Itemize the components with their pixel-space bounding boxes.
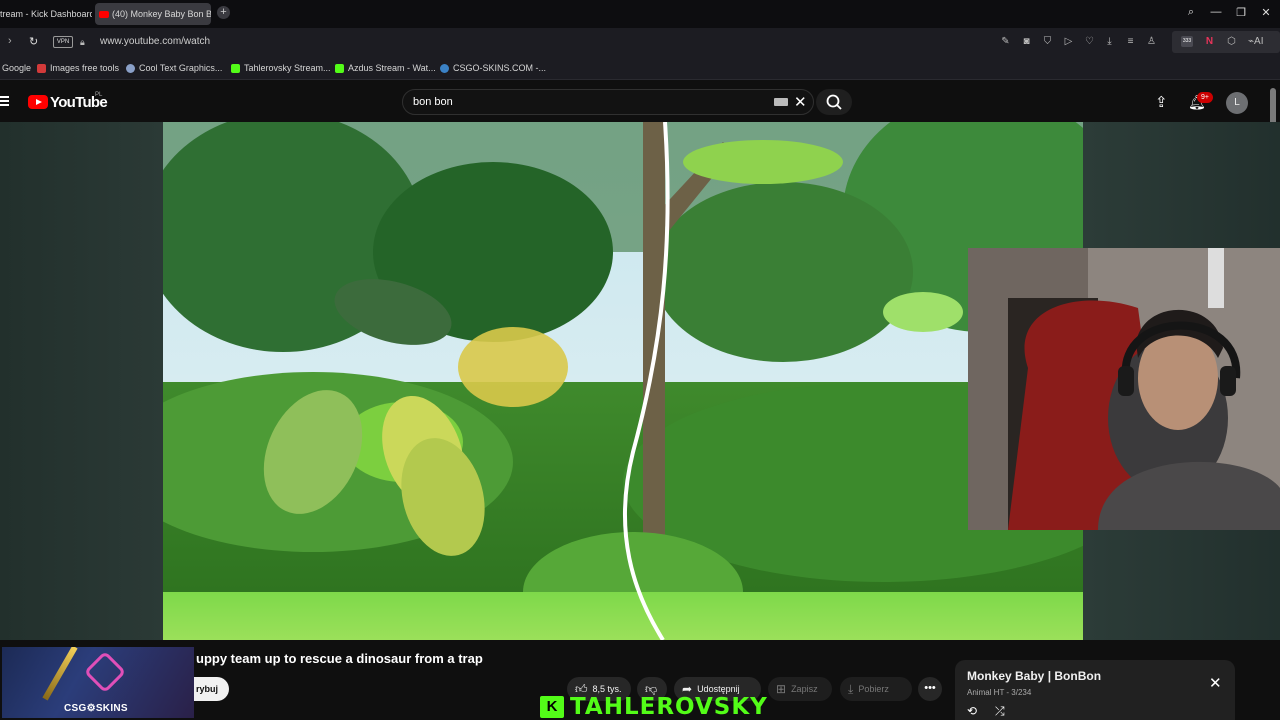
webcam-image	[968, 248, 1280, 530]
playlist-title[interactable]: Monkey Baby | BonBon	[967, 669, 1101, 683]
bookmark-favicon-icon	[126, 63, 135, 73]
kick-logo-icon: K	[540, 696, 564, 718]
ai-label: AI	[1254, 36, 1264, 47]
browser-tab-bar: tream - Kick Dashboard (40) Monkey Baby …	[0, 0, 1280, 28]
csgoskins-logo-icon	[83, 650, 127, 694]
youtube-logo-icon[interactable]	[28, 95, 48, 109]
extension-cube-icon[interactable]: ⬡	[1226, 36, 1237, 47]
tab-youtube-video[interactable]: (40) Monkey Baby Bon Bo	[95, 3, 211, 25]
search-box[interactable]	[402, 89, 814, 115]
tab-label: tream - Kick Dashboard	[0, 9, 92, 19]
search-tabs-icon[interactable]: ⌕	[1184, 6, 1198, 19]
download-icon[interactable]: ⤓	[1104, 36, 1115, 47]
extension-badge[interactable]: 333	[1181, 36, 1193, 47]
ambient-left-panel	[0, 122, 163, 640]
edit-icon[interactable]: ✎	[1000, 36, 1011, 47]
sponsor-text: CSG⚙SKINS	[64, 703, 128, 714]
play-icon[interactable]: ▷	[1063, 36, 1074, 47]
bookmark-images[interactable]: Images free tools	[37, 63, 119, 73]
new-tab-button[interactable]: +	[217, 6, 230, 19]
bookmark-label: CSGO-SKINS.COM -...	[453, 63, 547, 73]
tab-label: (40) Monkey Baby Bon Bo	[112, 9, 211, 19]
extension-n-icon[interactable]: N	[1204, 36, 1215, 47]
kick-favicon-icon	[231, 63, 240, 73]
video-player[interactable]	[163, 122, 1083, 640]
video-title: uppy team up to rescue a dinosaur from a…	[196, 651, 483, 666]
close-playlist-icon[interactable]: ✕	[1209, 674, 1222, 692]
more-options-icon[interactable]: •••	[918, 677, 942, 701]
clear-search-icon[interactable]: ✕	[794, 93, 807, 111]
vpn-badge[interactable]: VPN	[53, 36, 73, 48]
restore-icon[interactable]: ❐	[1234, 6, 1248, 19]
webcam-overlay	[968, 248, 1280, 530]
forward-icon[interactable]: ›	[8, 35, 12, 47]
playlist-subtitle: Animal HT - 3/234	[967, 688, 1032, 697]
download-button[interactable]: ⤓ Pobierz	[840, 677, 912, 701]
streamer-overlay: K TAHLEROVSKY	[540, 694, 768, 720]
avatar[interactable]: L	[1226, 92, 1248, 114]
download-label: Pobierz	[858, 684, 889, 694]
notification-count-badge: 9+	[1197, 92, 1213, 103]
shield-icon[interactable]: ⛉	[1042, 36, 1053, 47]
bookmark-cooltext[interactable]: Cool Text Graphics...	[126, 63, 222, 73]
camera-icon[interactable]: ◙	[1021, 36, 1032, 47]
region-code: PL	[95, 92, 103, 98]
bookmark-label: Azdus Stream - Wat...	[348, 63, 436, 73]
keyboard-icon[interactable]	[774, 98, 788, 106]
menu-list-icon[interactable]: ≡	[1125, 36, 1136, 47]
kick-favicon-icon	[335, 63, 344, 73]
bookmark-icon: ⊞	[776, 682, 787, 696]
video-frame-image	[163, 122, 1083, 640]
bookmark-google[interactable]: Google	[2, 63, 31, 73]
bookmark-azdus[interactable]: Azdus Stream - Wat...	[335, 63, 436, 73]
lock-icon[interactable]: 🔒︎	[80, 37, 85, 48]
bookmark-favicon-icon	[440, 63, 449, 73]
bookmark-label: Tahlerovsky Stream...	[244, 63, 331, 73]
bookmark-label: Images free tools	[50, 63, 120, 73]
tab-kick-dashboard[interactable]: tream - Kick Dashboard	[0, 3, 92, 25]
reload-icon[interactable]: ↻	[29, 35, 38, 48]
youtube-favicon-icon	[99, 10, 109, 18]
bookmark-label: Google	[2, 63, 32, 73]
download-arrow-icon: ⤓	[848, 681, 854, 696]
hamburger-menu-icon[interactable]	[0, 96, 9, 107]
bookmark-favicon-icon	[37, 63, 46, 73]
save-label: Zapisz	[791, 684, 818, 694]
share-label: Udostępnij	[697, 684, 740, 694]
minimize-icon[interactable]: —	[1209, 6, 1223, 18]
search-input[interactable]: bon bon	[413, 96, 453, 108]
loop-icon[interactable]: ⟲	[967, 704, 977, 718]
search-button[interactable]	[816, 89, 852, 115]
like-count: 8,5 tys.	[592, 684, 622, 694]
streamer-name: TAHLEROVSKY	[570, 694, 768, 720]
bookmark-csgoskins[interactable]: CSGO-SKINS.COM -...	[440, 63, 546, 73]
heart-icon[interactable]: ♡	[1084, 36, 1095, 47]
ai-button[interactable]: ⌁AI	[1248, 36, 1278, 47]
bookmark-tahlerovsky[interactable]: Tahlerovsky Stream...	[231, 63, 331, 73]
url-field[interactable]: www.youtube.com/watch	[100, 36, 210, 47]
bookmark-label: Cool Text Graphics...	[139, 63, 223, 73]
knife-icon	[42, 647, 78, 701]
upload-icon[interactable]: ⇪	[1155, 93, 1168, 111]
search-icon	[826, 94, 842, 110]
close-window-icon[interactable]: ✕	[1259, 6, 1273, 19]
shuffle-icon[interactable]: ⤮	[995, 704, 1005, 719]
profile-icon[interactable]: ♙	[1146, 36, 1157, 47]
save-button[interactable]: ⊞ Zapisz	[768, 677, 832, 701]
